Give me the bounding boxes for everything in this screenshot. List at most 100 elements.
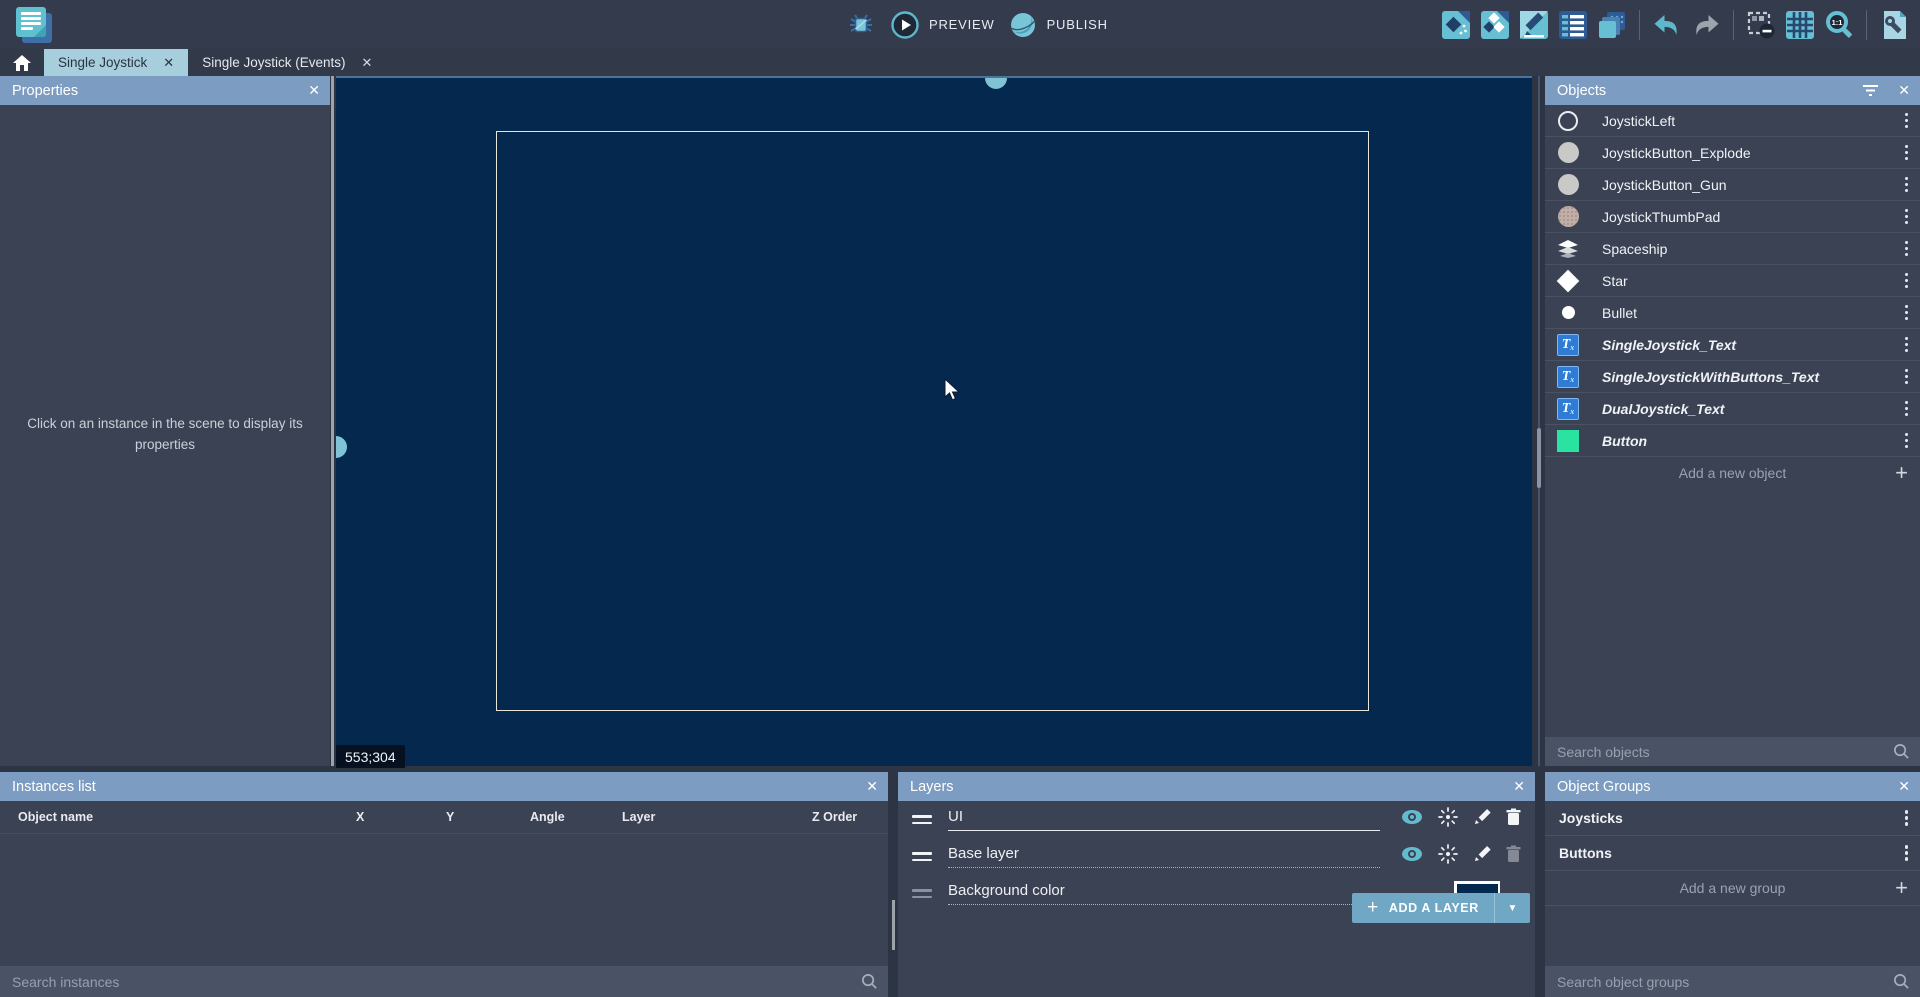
object-row[interactable]: JoystickButton_Explode [1545,137,1920,169]
close-icon[interactable]: ✕ [362,56,373,69]
visibility-eye-icon[interactable] [1401,846,1423,867]
object-name: SingleJoystickWithButtons_Text [1602,369,1819,385]
object-row[interactable]: Tx DualJoystick_Text [1545,393,1920,425]
objects-editor-icon[interactable] [1440,9,1472,41]
search-instances-input[interactable] [0,974,861,990]
panel-resize-divider[interactable] [1535,772,1545,997]
object-row[interactable]: Button [1545,425,1920,457]
group-menu-icon[interactable] [1905,810,1909,826]
layers-editor-icon[interactable] [1596,9,1628,41]
object-menu-icon[interactable] [1905,273,1909,289]
tab-bar: Single Joystick ✕ Single Joystick (Event… [0,49,1920,76]
tab-single-joystick[interactable]: Single Joystick ✕ [44,49,188,76]
edit-layer-icon[interactable] [1473,845,1491,868]
object-menu-icon[interactable] [1905,113,1909,129]
panel-resize-divider[interactable] [1532,76,1545,766]
object-row[interactable]: Bullet [1545,297,1920,329]
preview-label: PREVIEW [929,17,995,32]
group-menu-icon[interactable] [1905,845,1909,861]
troubleshooting-icon[interactable] [1878,9,1910,41]
add-layer-dropdown[interactable]: ▼ [1494,893,1530,923]
circle-outline-icon [1555,108,1581,134]
debug-icon[interactable] [845,9,877,41]
object-name: JoystickButton_Gun [1602,177,1727,193]
search-objects-input[interactable] [1545,744,1893,760]
object-menu-icon[interactable] [1905,209,1909,225]
object-menu-icon[interactable] [1905,337,1909,353]
plus-icon: + [1895,462,1908,484]
delete-layer-icon[interactable] [1506,808,1521,831]
layer-effects-icon[interactable] [1438,844,1458,869]
app-logo-icon[interactable] [16,7,52,43]
close-icon[interactable]: ✕ [866,772,878,801]
top-toolbar: PREVIEW PUBLISH [0,0,1920,49]
collapse-handle-top[interactable] [985,78,1007,89]
clear-selection-icon[interactable] [1745,9,1777,41]
object-menu-icon[interactable] [1905,241,1909,257]
gray-circle-icon [1555,140,1581,166]
layer-row-ui[interactable]: UI [898,801,1535,838]
panel-title: Objects [1557,83,1606,99]
add-group-label: Add a new group [1680,880,1786,896]
visibility-eye-icon[interactable] [1401,809,1423,830]
search-icon [861,973,878,990]
object-menu-icon[interactable] [1905,177,1909,193]
group-row[interactable]: Joysticks [1545,801,1920,836]
object-menu-icon[interactable] [1905,433,1909,449]
drag-handle-icon[interactable] [912,852,932,861]
redo-icon[interactable] [1690,9,1722,41]
close-icon[interactable]: ✕ [308,76,320,105]
cursor-coordinates: 553;304 [336,745,405,768]
object-row[interactable]: JoystickLeft [1545,105,1920,137]
edit-scene-properties-icon[interactable] [1518,9,1550,41]
object-groups-editor-icon[interactable] [1479,9,1511,41]
edit-layer-icon[interactable] [1473,808,1491,831]
drag-handle-icon [912,889,932,898]
textured-circle-icon [1555,204,1581,230]
grid-icon[interactable] [1784,9,1816,41]
search-object-groups-input[interactable] [1545,974,1893,990]
object-row[interactable]: JoystickButton_Gun [1545,169,1920,201]
object-menu-icon[interactable] [1905,401,1909,417]
object-menu-icon[interactable] [1905,369,1909,385]
layer-name-field[interactable]: Base layer [948,845,1380,868]
objects-panel: Objects ✕ JoystickLeft JoystickButton_Ex… [1545,76,1920,766]
column-layer: Layer [622,810,655,824]
drag-handle-icon[interactable] [912,815,932,824]
layer-name-field[interactable]: UI [948,808,1380,831]
layer-effects-icon[interactable] [1438,807,1458,832]
object-menu-icon[interactable] [1905,305,1909,321]
text-object-icon: Tx [1555,364,1581,390]
objects-search [1545,737,1920,766]
column-y: Y [446,810,454,824]
close-icon[interactable]: ✕ [1898,76,1910,105]
undo-icon[interactable] [1651,9,1683,41]
add-object-button[interactable]: Add a new object + [1545,457,1920,489]
object-row[interactable]: Tx SingleJoystickWithButtons_Text [1545,361,1920,393]
add-object-label: Add a new object [1679,465,1786,481]
close-icon[interactable]: ✕ [1513,772,1525,801]
layer-row-base[interactable]: Base layer [898,838,1535,875]
publish-button[interactable]: PUBLISH [1009,11,1108,39]
home-tab[interactable] [0,49,44,76]
object-row[interactable]: Star [1545,265,1920,297]
tab-single-joystick-events[interactable]: Single Joystick (Events) ✕ [188,49,386,76]
instances-list-icon[interactable] [1557,9,1589,41]
add-group-button[interactable]: Add a new group + [1545,871,1920,906]
close-icon[interactable]: ✕ [163,56,174,69]
zoom-1-1-icon[interactable]: 1:1 [1823,9,1855,41]
preview-button[interactable]: PREVIEW [891,11,995,39]
filter-icon[interactable] [1863,76,1878,105]
close-icon[interactable]: ✕ [1898,772,1910,801]
group-row[interactable]: Buttons [1545,836,1920,871]
gray-circle-icon [1555,172,1581,198]
object-menu-icon[interactable] [1905,145,1909,161]
instances-header: Instances list ✕ [0,772,888,801]
add-layer-button[interactable]: + ADD A LAYER ▼ [1352,893,1530,923]
panel-resize-divider[interactable] [888,772,898,997]
object-row[interactable]: Spaceship [1545,233,1920,265]
white-dot-icon [1555,300,1581,326]
object-row[interactable]: Tx SingleJoystick_Text [1545,329,1920,361]
object-row[interactable]: JoystickThumbPad [1545,201,1920,233]
scene-canvas[interactable]: 553;304 [336,76,1532,766]
